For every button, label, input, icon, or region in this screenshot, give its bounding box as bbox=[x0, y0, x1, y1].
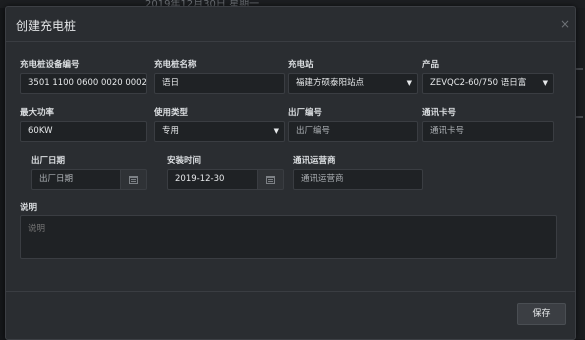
product-select[interactable]: ZEVQC2-60/750 语日富 ▼ bbox=[422, 73, 554, 94]
product-selected-value: ZEVQC2-60/750 语日富 bbox=[430, 78, 527, 88]
usage-type-selected-value: 专用 bbox=[162, 126, 180, 136]
create-charging-pile-dialog: 创建充电桩 × 充电桩设备编号 3501 1100 0600 0020 0002… bbox=[5, 6, 576, 340]
footer-divider bbox=[6, 291, 575, 292]
chevron-down-icon: ▼ bbox=[273, 127, 279, 135]
sim-card-input[interactable]: 通讯卡号 bbox=[422, 121, 554, 142]
factory-date-input[interactable]: 出厂日期 bbox=[31, 169, 121, 190]
header-divider bbox=[6, 41, 575, 42]
factory-no-input[interactable]: 出厂编号 bbox=[288, 121, 418, 142]
factory-date-picker-button[interactable] bbox=[121, 169, 147, 190]
calendar-icon bbox=[129, 176, 138, 184]
device-code-field[interactable]: 3501 1100 0600 0020 0002 bbox=[20, 73, 147, 94]
sim-card-label: 通讯卡号 bbox=[422, 108, 457, 118]
station-select[interactable]: 福建方硕泰阳站点 ▼ bbox=[288, 73, 418, 94]
chevron-down-icon: ▼ bbox=[542, 79, 548, 87]
pile-name-label: 充电桩名称 bbox=[154, 60, 197, 70]
usage-type-label: 使用类型 bbox=[154, 108, 189, 118]
dialog-title: 创建充电桩 bbox=[16, 19, 77, 33]
close-icon[interactable]: × bbox=[560, 17, 570, 31]
factory-date-label: 出厂日期 bbox=[31, 156, 66, 166]
install-time-input[interactable]: 2019-12-30 bbox=[167, 169, 258, 190]
install-time-picker-button[interactable] bbox=[258, 169, 284, 190]
factory-no-label: 出厂编号 bbox=[288, 108, 323, 118]
max-power-label: 最大功率 bbox=[20, 108, 55, 118]
install-time-label: 安装时间 bbox=[167, 156, 202, 166]
station-label: 充电站 bbox=[288, 60, 314, 70]
description-label: 说明 bbox=[20, 203, 38, 213]
background-scroll-mark bbox=[576, 116, 583, 118]
usage-type-select[interactable]: 专用 ▼ bbox=[154, 121, 285, 142]
background-scroll-mark bbox=[576, 68, 583, 70]
description-textarea[interactable] bbox=[20, 215, 557, 259]
station-selected-value: 福建方硕泰阳站点 bbox=[296, 78, 365, 88]
max-power-field[interactable]: 60KW bbox=[20, 121, 147, 142]
chevron-down-icon: ▼ bbox=[406, 79, 412, 87]
product-label: 产品 bbox=[422, 60, 440, 70]
device-code-label: 充电桩设备编号 bbox=[20, 60, 80, 70]
save-button[interactable]: 保存 bbox=[517, 303, 566, 325]
calendar-icon bbox=[266, 176, 275, 184]
carrier-label: 通讯运营商 bbox=[293, 156, 336, 166]
carrier-input[interactable]: 通讯运营商 bbox=[293, 169, 423, 190]
pile-name-field[interactable]: 语日 bbox=[154, 73, 285, 94]
